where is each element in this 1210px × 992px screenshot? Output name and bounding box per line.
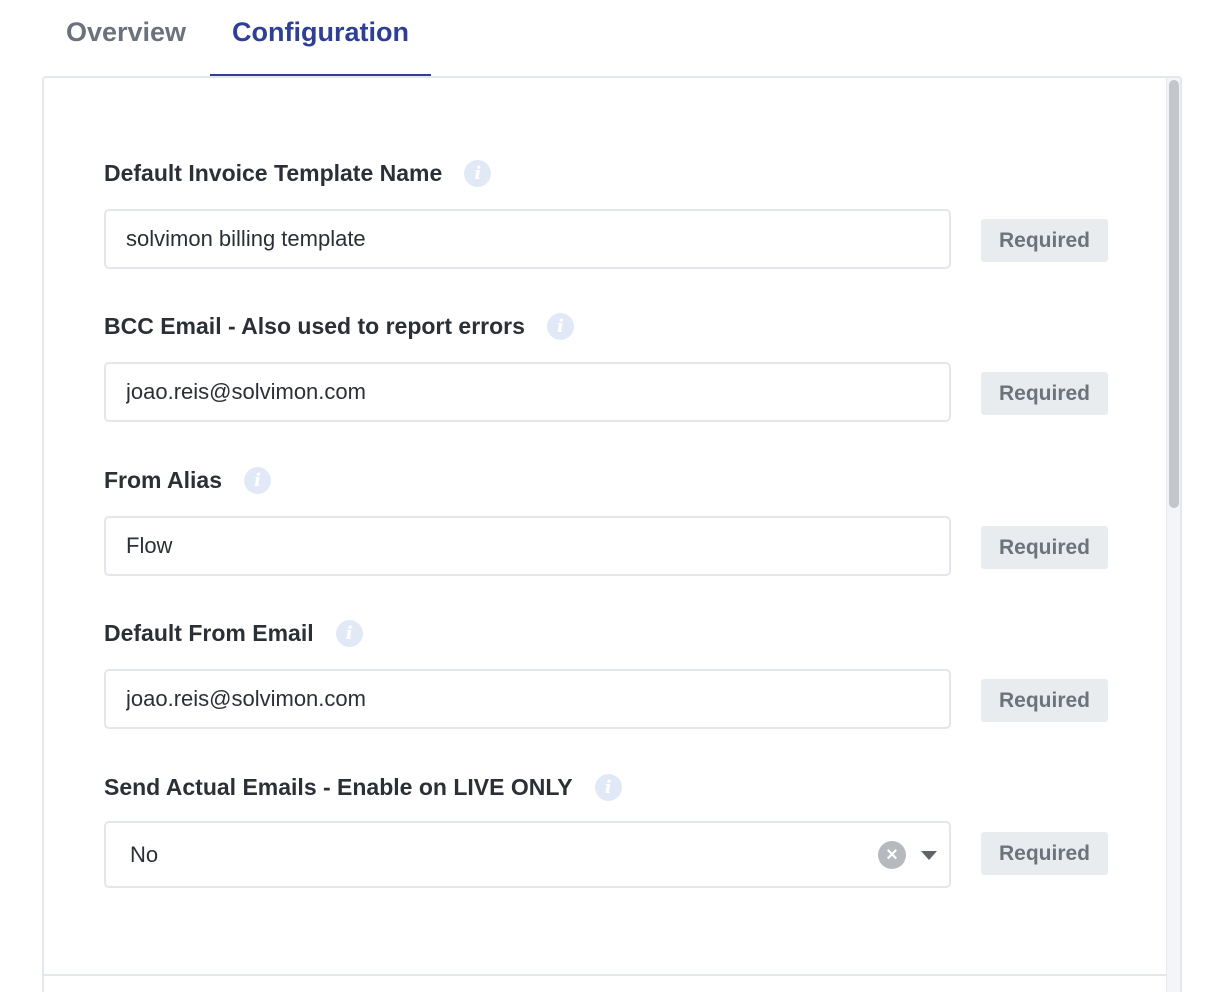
configuration-panel: Default Invoice Template Name i Required… — [42, 76, 1182, 992]
info-icon[interactable]: i — [464, 159, 492, 187]
field-from-alias: From Alias i Required — [104, 463, 1114, 585]
info-icon[interactable]: i — [335, 619, 363, 647]
required-badge: Required — [981, 372, 1108, 415]
field-default-from-email: Default From Email i Required — [104, 616, 1114, 738]
info-icon[interactable]: i — [594, 773, 622, 801]
field-bcc-email: BCC Email - Also used to report errors i… — [104, 309, 1114, 431]
tab-configuration[interactable]: Configuration — [210, 0, 431, 76]
clear-icon[interactable]: × — [878, 841, 906, 869]
field-label: Send Actual Emails - Enable on LIVE ONLY — [104, 773, 573, 800]
tab-bar: Overview Configuration — [0, 0, 1210, 76]
info-icon[interactable]: i — [244, 466, 272, 494]
chevron-down-icon[interactable] — [921, 851, 937, 860]
select-value: No — [130, 842, 159, 867]
field-label: BCC Email - Also used to report errors — [104, 312, 525, 339]
required-badge: Required — [981, 526, 1108, 569]
required-badge: Required — [981, 832, 1108, 875]
info-icon[interactable]: i — [546, 312, 574, 340]
panel-divider — [44, 974, 1170, 976]
from-alias-input[interactable] — [104, 516, 951, 576]
field-label: Default Invoice Template Name — [104, 159, 443, 186]
default-invoice-template-name-input[interactable] — [104, 209, 951, 269]
scrollbar-thumb[interactable] — [1169, 80, 1179, 508]
send-actual-emails-select[interactable]: No × — [104, 821, 951, 888]
tab-overview[interactable]: Overview — [48, 0, 204, 76]
field-label: Default From Email — [104, 619, 314, 646]
required-badge: Required — [981, 679, 1108, 722]
required-badge: Required — [981, 219, 1108, 262]
field-send-actual-emails: Send Actual Emails - Enable on LIVE ONLY… — [104, 770, 1114, 892]
field-default-invoice-template-name: Default Invoice Template Name i Required — [104, 156, 1114, 278]
bcc-email-input[interactable] — [104, 362, 951, 422]
field-label: From Alias — [104, 466, 223, 493]
scrollbar-track[interactable] — [1166, 78, 1180, 992]
default-from-email-input[interactable] — [104, 669, 951, 729]
